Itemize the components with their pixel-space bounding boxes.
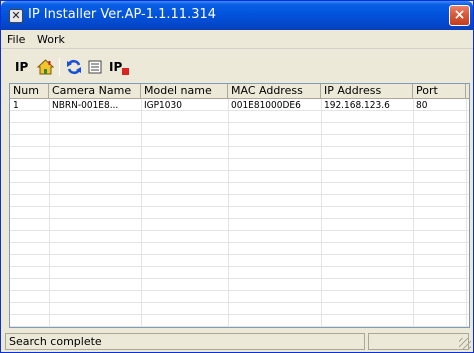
home-button[interactable] bbox=[36, 59, 55, 75]
empty-row bbox=[10, 172, 469, 183]
empty-row bbox=[10, 316, 469, 327]
empty-row bbox=[10, 232, 469, 243]
status-bar: Search complete bbox=[1, 331, 473, 352]
empty-row bbox=[10, 112, 469, 123]
column-header-port[interactable]: Port bbox=[413, 84, 466, 99]
empty-row bbox=[10, 268, 469, 279]
camera-list[interactable]: Num Camera Name Model name MAC Address I… bbox=[9, 83, 470, 328]
menu-bar: File Work bbox=[1, 30, 473, 49]
resize-grip[interactable] bbox=[459, 338, 471, 350]
column-header-model-name[interactable]: Model name bbox=[141, 84, 228, 99]
cell-port: 80 bbox=[416, 100, 428, 111]
home-icon bbox=[36, 59, 55, 75]
empty-row bbox=[10, 256, 469, 267]
toolbar: IP IP bbox=[1, 50, 473, 82]
set-ip-button[interactable]: IP bbox=[15, 59, 28, 75]
column-header-num[interactable]: Num bbox=[10, 84, 49, 99]
status-text: Search complete bbox=[5, 333, 365, 350]
refresh-button[interactable] bbox=[66, 59, 82, 75]
app-icon: ✕ bbox=[9, 9, 23, 23]
empty-row bbox=[10, 196, 469, 207]
empty-row bbox=[10, 304, 469, 315]
column-header-mac-address[interactable]: MAC Address bbox=[228, 84, 321, 99]
cell-camera-name: NBRN-001E8... bbox=[52, 100, 119, 111]
close-button[interactable]: × bbox=[449, 5, 470, 26]
column-header-extra bbox=[466, 84, 469, 99]
cell-mac-address: 001E81000DE6 bbox=[231, 100, 301, 111]
column-header-ip-address[interactable]: IP Address bbox=[321, 84, 413, 99]
menu-file[interactable]: File bbox=[7, 33, 25, 46]
empty-row bbox=[10, 208, 469, 219]
empty-row bbox=[10, 184, 469, 195]
ip-reset-label: IP bbox=[109, 60, 123, 74]
cell-model-name: IGP1030 bbox=[144, 100, 182, 111]
empty-row bbox=[10, 220, 469, 231]
empty-row bbox=[10, 148, 469, 159]
empty-row bbox=[10, 244, 469, 255]
list-icon bbox=[88, 60, 102, 74]
cell-ip-address: 192.168.123.6 bbox=[324, 100, 390, 111]
app-window: ✕ IP Installer Ver.AP-1.1.11.314 × File … bbox=[0, 0, 474, 353]
refresh-icon bbox=[67, 59, 81, 75]
column-header-camera-name[interactable]: Camera Name bbox=[49, 84, 141, 99]
list-button[interactable] bbox=[88, 59, 102, 75]
empty-row bbox=[10, 160, 469, 171]
cell-num: 1 bbox=[13, 100, 19, 111]
empty-row bbox=[10, 136, 469, 147]
ip-reset-button[interactable]: IP bbox=[109, 59, 129, 75]
red-x-icon bbox=[122, 68, 129, 75]
window-title: IP Installer Ver.AP-1.1.11.314 bbox=[28, 7, 217, 22]
toolbar-separator bbox=[59, 58, 60, 76]
empty-row bbox=[10, 292, 469, 303]
empty-row bbox=[10, 280, 469, 291]
table-row[interactable]: 1 NBRN-001E8... IGP1030 001E81000DE6 192… bbox=[10, 100, 469, 111]
empty-row bbox=[10, 124, 469, 135]
status-pane-secondary bbox=[368, 333, 469, 350]
list-header: Num Camera Name Model name MAC Address I… bbox=[10, 84, 469, 99]
menu-work[interactable]: Work bbox=[37, 33, 65, 46]
title-bar[interactable]: ✕ IP Installer Ver.AP-1.1.11.314 × bbox=[1, 1, 473, 30]
